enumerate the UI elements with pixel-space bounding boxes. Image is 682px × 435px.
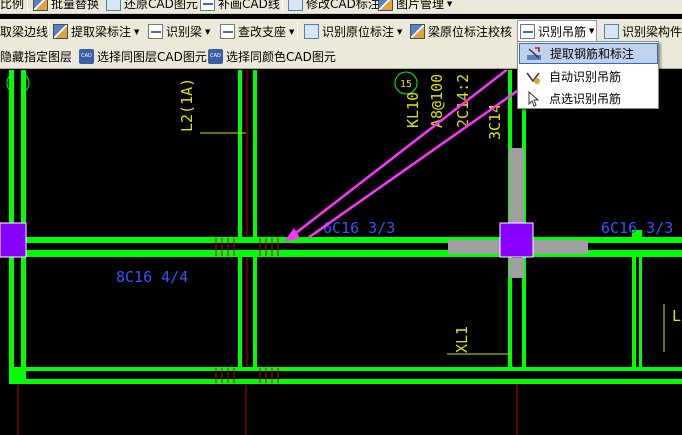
- axis-bubble: 15: [394, 71, 418, 95]
- separator: [297, 22, 298, 40]
- beam-label: 2C14:2: [454, 74, 472, 128]
- extract-note-icon: [53, 24, 68, 39]
- select-same-layer-label: 选择同图层CAD图元: [97, 49, 207, 64]
- scale-label: 比例: [0, 0, 25, 11]
- support-segment: [526, 240, 588, 254]
- axis-label: 15: [400, 79, 412, 90]
- rebar-label: 6C16 3/3: [601, 219, 673, 237]
- identify-beam-icon: [148, 24, 163, 39]
- beam: [238, 70, 257, 384]
- support-segment: [509, 258, 524, 278]
- column: [0, 222, 27, 258]
- draw-line-icon: [200, 0, 215, 11]
- image-manage-label: 图片管理: [396, 0, 445, 11]
- hide-layer-button[interactable]: 隐藏指定图层: [0, 44, 72, 68]
- pointer-icon: [525, 90, 541, 107]
- edit-note-icon: [288, 0, 303, 11]
- separator: [282, 0, 283, 13]
- beam-note-check-label: 梁原位标注校核: [428, 25, 513, 39]
- extract-rebar-icon: [526, 46, 542, 62]
- batch-replace-label: 批量替换: [51, 0, 100, 11]
- scale-button[interactable]: 比例: [0, 0, 24, 13]
- restore-icon: [106, 0, 121, 11]
- menu-item-label: 自动识别吊筋: [549, 70, 622, 84]
- menu-item-extract-rebar-note[interactable]: 提取钢筋和标注: [519, 43, 658, 64]
- restore-cad-label: 还原CAD图元: [124, 0, 198, 11]
- identify-beam-member-label: 识别梁构件: [622, 25, 682, 39]
- cad-color-icon: CAD: [208, 48, 223, 64]
- draw-cad-line-label: 补画CAD线: [218, 0, 280, 11]
- rebar-label: 6C16 3/3: [323, 219, 395, 237]
- annotation-arrow: [284, 70, 509, 242]
- support-segment: [448, 240, 508, 254]
- select-same-color-label: 选择同颜色CAD图元: [226, 49, 336, 64]
- toolbar-row-top: 比例 批量替换 还原CAD图元 补画CAD线 修改CAD标注 图片管理 ▼: [0, 0, 682, 14]
- beam: [9, 367, 682, 384]
- identify-hanger-label: 识别吊筋: [538, 24, 587, 39]
- menu-item-click-identify-hanger[interactable]: 点选识别吊筋: [519, 88, 658, 109]
- dropdown-arrow-icon: ▼: [397, 27, 403, 36]
- identify-inplace-note-button[interactable]: 识别原位标注 ▼: [304, 19, 402, 44]
- slab-bay: [526, 257, 632, 367]
- restore-cad-button[interactable]: 还原CAD图元: [106, 0, 198, 13]
- auto-identify-icon: [525, 69, 541, 85]
- dropdown-arrow-icon: ▼: [134, 27, 140, 36]
- identify-beam-label: 识别梁: [166, 25, 203, 39]
- beam-label: L2(1A): [178, 78, 196, 132]
- extract-beam-note-button[interactable]: 提取梁标注 ▼: [53, 19, 139, 44]
- dropdown-arrow-icon: ▼: [447, 0, 453, 8]
- beam-member-icon: [604, 24, 619, 39]
- select-same-color-button[interactable]: CAD 选择同颜色CAD图元: [208, 44, 336, 68]
- edit-cad-note-label: 修改CAD标注: [306, 0, 380, 11]
- image-manage-button[interactable]: 图片管理 ▼: [378, 0, 452, 13]
- beam-note-check-button[interactable]: 梁原位标注校核: [410, 19, 512, 44]
- support-icon: [220, 24, 235, 39]
- menu-item-auto-identify-hanger[interactable]: 自动识别吊筋: [519, 66, 658, 87]
- check-support-label: 查改支座: [238, 25, 287, 39]
- annotation-arrow: [307, 76, 540, 240]
- beam-label: L: [672, 307, 681, 325]
- dropdown-arrow-icon: ▼: [289, 27, 295, 36]
- menu-item-label: 点选识别吊筋: [549, 92, 622, 106]
- hide-layer-label: 隐藏指定图层: [0, 49, 73, 64]
- dropdown-arrow-icon: ▼: [205, 27, 211, 36]
- draw-cad-line-button[interactable]: 补画CAD线: [200, 0, 280, 13]
- separator: [71, 47, 72, 65]
- beam-label: KL10: [404, 92, 422, 128]
- separator: [27, 0, 28, 13]
- check-support-button[interactable]: 查改支座 ▼: [220, 19, 294, 44]
- identify-inplace-note-label: 识别原位标注: [322, 25, 395, 39]
- column: [499, 222, 534, 258]
- menu-item-label: 提取钢筋和标注: [550, 47, 635, 61]
- check-icon: [410, 24, 425, 39]
- hanger-dropdown-menu: 提取钢筋和标注 自动识别吊筋 点选识别吊筋: [517, 41, 659, 109]
- support-segment: [509, 148, 524, 223]
- identify-beam-button[interactable]: 识别梁 ▼: [148, 19, 210, 44]
- dropdown-arrow-icon: ▼: [589, 27, 595, 35]
- extract-beam-note-label: 提取梁标注: [71, 25, 132, 39]
- cad-drawing-canvas[interactable]: 1 15: [0, 70, 682, 435]
- rebar-label: 8C16 4/4: [116, 268, 188, 286]
- replace-icon: [33, 0, 48, 11]
- image-icon: [378, 0, 393, 11]
- batch-replace-button[interactable]: 批量替换: [33, 0, 99, 13]
- beam-edge-label: 取梁边线: [0, 25, 49, 39]
- identify-hanger-button[interactable]: 识别吊筋 ▼: [517, 20, 598, 42]
- separator: [48, 22, 49, 40]
- beam-edge-button[interactable]: 取梁边线: [0, 19, 48, 44]
- edit-cad-note-button[interactable]: 修改CAD标注: [288, 0, 380, 13]
- cad-layer-icon: CAD: [79, 48, 94, 64]
- beam-label: XL1: [453, 326, 471, 353]
- inplace-note-icon: [304, 24, 319, 39]
- hanger-icon: [520, 23, 535, 39]
- select-same-layer-button[interactable]: CAD 选择同图层CAD图元: [79, 44, 207, 68]
- beam-label: 3C14: [486, 104, 504, 140]
